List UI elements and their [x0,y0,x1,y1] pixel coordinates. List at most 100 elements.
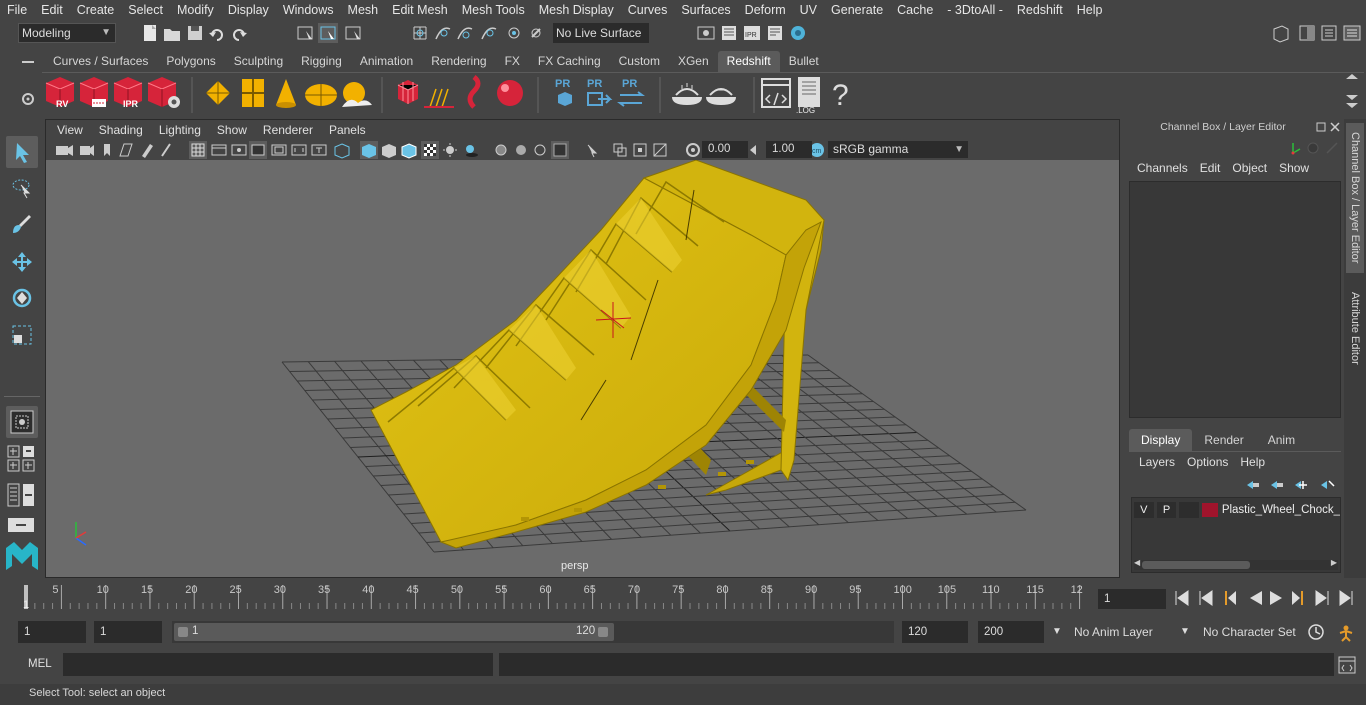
sun-sky-icon[interactable] [342,82,372,107]
select-component-icon[interactable] [345,26,361,40]
cb-menu-channels[interactable]: Channels [1131,161,1194,175]
anim-layer-dropdown[interactable]: No Anim Layer [1074,621,1153,643]
menu-deform[interactable]: Deform [738,0,793,20]
viewport-canvas[interactable]: persp [46,160,1119,577]
menu-mesh-tools[interactable]: Mesh Tools [455,0,532,20]
shadows-icon[interactable] [466,145,478,157]
gamma-icon[interactable] [750,145,756,155]
step-back-frame-icon[interactable] [1225,591,1236,605]
toggle-panel-icon[interactable] [1299,25,1315,41]
lasso-tool-button[interactable] [6,172,38,204]
shelf-tab-custom[interactable]: Custom [610,51,669,72]
field-chart-icon[interactable] [271,144,287,156]
menu-uv[interactable]: UV [793,0,824,20]
layer-visibility-toggle[interactable]: V [1134,502,1154,518]
playback-start-field[interactable]: 1 [94,621,162,643]
range-start-handle[interactable] [178,627,188,637]
workspace-icon[interactable] [1273,25,1289,43]
rotate-tool-button[interactable] [6,282,38,314]
menu-curves[interactable]: Curves [621,0,675,20]
animation-end-field[interactable]: 200 [978,621,1044,643]
material-ball-icon[interactable] [497,80,523,106]
current-frame-field[interactable]: 1 [1098,589,1166,609]
scroll-right-icon[interactable]: ▶ [1331,558,1337,567]
playback-end-field[interactable]: 120 [902,621,968,643]
layer-menu-help[interactable]: Help [1234,455,1271,469]
side-tab-attribute-editor[interactable]: Attribute Editor [1346,285,1364,371]
menu-select[interactable]: Select [121,0,170,20]
viewport-menu-shading[interactable]: Shading [91,123,151,137]
shelf-tab-animation[interactable]: Animation [351,51,422,72]
view-transform-dropdown[interactable]: sRGB gamma ▼ [828,141,968,158]
last-tool-button[interactable] [6,406,38,438]
script-language-label[interactable]: MEL [28,658,52,670]
hypershade-layout-icon[interactable] [8,518,34,532]
xray-icon[interactable] [495,144,507,156]
help-icon[interactable]: ? [832,79,849,112]
film-gate-icon[interactable] [211,144,227,156]
snap-surface-icon[interactable] [508,27,520,39]
step-back-key-icon[interactable] [1199,590,1213,606]
tab-render[interactable]: Render [1192,429,1255,451]
viewport-menu-show[interactable]: Show [209,123,255,137]
play-forward-icon[interactable] [1270,591,1282,605]
hud-icon[interactable] [653,143,667,157]
redshift-settings-icon[interactable] [147,77,180,108]
close-icon[interactable] [1330,122,1340,132]
resolution-gate-icon[interactable] [231,144,247,156]
snap-curve-icon[interactable] [435,27,451,40]
menu-3dtoall[interactable]: - 3DtoAll - [940,0,1010,20]
menu-help[interactable]: Help [1070,0,1110,20]
select-hierarchy-icon[interactable] [297,26,313,40]
step-forward-frame-icon[interactable] [1292,591,1303,605]
shelf-tab-fx[interactable]: FX [496,51,529,72]
open-scene-icon[interactable] [164,29,180,41]
hyperbolic-icon[interactable] [1326,142,1338,154]
manipulator-icon[interactable] [1291,143,1301,155]
hypershade-icon[interactable] [791,26,805,40]
use-all-lights-icon[interactable] [443,143,457,157]
redshift-batch-render-icon[interactable] [79,77,109,107]
menu-file[interactable]: File [0,0,34,20]
chevron-down-icon[interactable]: ▼ [1180,621,1190,643]
shelf-tab-fx-caching[interactable]: FX Caching [529,51,610,72]
gate-mask-icon[interactable] [251,144,265,156]
bake-icon[interactable] [672,83,702,105]
ipr-render-icon[interactable]: IPR [744,26,760,40]
proxy-render-object-icon[interactable]: PR [555,78,572,106]
render-frame-icon[interactable] [722,26,736,40]
viewport-menu-panels[interactable]: Panels [321,123,374,137]
layer-menu-options[interactable]: Options [1181,455,1234,469]
layer-display-type-toggle[interactable] [1179,502,1200,518]
cb-menu-object[interactable]: Object [1226,161,1273,175]
smooth-shade-icon[interactable] [362,144,376,158]
default-material-icon[interactable] [382,144,396,158]
viewport-menu-lighting[interactable]: Lighting [151,123,209,137]
shelf-settings-icon[interactable] [22,93,34,105]
proxy-render-swap-icon[interactable]: PR [617,78,645,107]
layer-name[interactable]: Plastic_Wheel_Chock_Y [1222,504,1340,516]
go-to-end-icon[interactable] [1339,590,1353,606]
select-tool-button[interactable] [6,136,38,168]
save-scene-icon[interactable] [188,26,202,40]
portal-light-icon[interactable] [242,79,264,107]
shelf-tab-curves-surfaces[interactable]: Curves / Surfaces [44,51,157,72]
chevron-down-icon[interactable]: ▼ [1052,621,1062,643]
safe-action-icon[interactable] [291,144,307,156]
paint-select-tool-button[interactable] [6,208,38,240]
scroll-left-icon[interactable]: ◀ [1134,558,1140,567]
layer-menu-layers[interactable]: Layers [1133,455,1181,469]
menu-modify[interactable]: Modify [170,0,221,20]
layer-row[interactable]: V P Plastic_Wheel_Chock_Y [1134,501,1340,519]
range-slider-track[interactable]: 1 120 [172,621,894,643]
bake-set-icon[interactable] [706,88,736,105]
channel-list[interactable] [1129,181,1341,418]
shelf-tab-sculpting[interactable]: Sculpting [225,51,292,72]
pencil-icon[interactable] [161,143,171,157]
tab-display[interactable]: Display [1129,429,1193,451]
menu-mesh-display[interactable]: Mesh Display [532,0,621,20]
menu-edit-mesh[interactable]: Edit Mesh [385,0,455,20]
exposure-icon[interactable] [686,143,700,157]
hair-icon[interactable] [424,88,454,108]
dome-light-icon[interactable] [305,84,337,106]
